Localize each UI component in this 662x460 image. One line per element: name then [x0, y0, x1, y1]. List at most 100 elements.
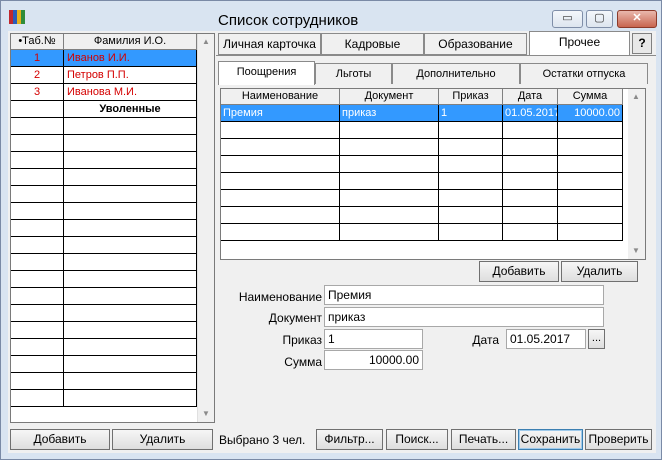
order-field[interactable] [324, 329, 423, 349]
empty-cell [221, 207, 340, 224]
empty-cell [11, 373, 64, 390]
empty-cell [439, 156, 503, 173]
empty-row [221, 190, 623, 207]
empty-cell [340, 190, 439, 207]
employee-scrollbar[interactable]: ▲ ▼ [197, 34, 214, 422]
empty-cell [340, 156, 439, 173]
empty-cell [558, 190, 623, 207]
empty-cell [558, 122, 623, 139]
header-sum[interactable]: Сумма [558, 89, 623, 105]
employee-name: Иванова М.И. [64, 84, 197, 101]
empty-row [11, 220, 197, 237]
empty-cell [439, 190, 503, 207]
close-button[interactable]: ✕ [617, 10, 657, 28]
empty-cell [64, 271, 197, 288]
empty-cell [11, 271, 64, 288]
empty-row [11, 254, 197, 271]
add-employee-button[interactable]: Добавить [10, 429, 110, 450]
check-button[interactable]: Проверить [585, 429, 652, 450]
empty-cell [503, 190, 558, 207]
empty-cell [11, 135, 64, 152]
empty-cell [64, 356, 197, 373]
empty-cell [439, 224, 503, 241]
header-document[interactable]: Документ [340, 89, 439, 105]
add-award-button[interactable]: Добавить [479, 261, 559, 282]
table-row[interactable]: 1 Иванов И.И. [11, 50, 197, 67]
employee-name: Петров П.П. [64, 67, 197, 84]
empty-row [11, 305, 197, 322]
document-label: Документ [268, 311, 322, 325]
table-row[interactable]: 3 Иванова М.И. [11, 84, 197, 101]
header-tab-number[interactable]: •Таб.№ [11, 34, 64, 50]
empty-cell [439, 122, 503, 139]
subtab-benefits[interactable]: Льготы [315, 63, 392, 84]
print-button[interactable]: Печать... [451, 429, 516, 450]
empty-cell [11, 339, 64, 356]
date-picker-button[interactable]: ... [588, 329, 605, 349]
empty-cell [11, 288, 64, 305]
tab-education[interactable]: Образование [424, 33, 527, 55]
tab-personal-card[interactable]: Личная карточка [218, 33, 321, 55]
title-bar[interactable]: Список сотрудников ▭ ▢ ✕ [1, 1, 661, 31]
empty-row [11, 390, 197, 407]
order-label: Приказ [282, 333, 322, 347]
header-date[interactable]: Дата [503, 89, 558, 105]
sum-field[interactable] [324, 350, 423, 370]
award-document: приказ [340, 105, 439, 122]
date-label: Дата [472, 333, 499, 347]
empty-cell [64, 203, 197, 220]
employee-rows: 1 Иванов И.И. 2 Петров П.П. 3 Иванова М.… [11, 50, 197, 407]
employee-number: 3 [11, 84, 64, 101]
scroll-up-icon[interactable]: ▲ [628, 89, 644, 105]
scroll-up-icon[interactable]: ▲ [198, 34, 214, 50]
search-button[interactable]: Поиск... [386, 429, 448, 450]
scroll-down-icon[interactable]: ▼ [628, 243, 644, 259]
award-name: Премия [221, 105, 340, 122]
empty-cell [221, 224, 340, 241]
document-field[interactable] [324, 307, 604, 327]
empty-cell [340, 122, 439, 139]
empty-row [11, 152, 197, 169]
scroll-down-icon[interactable]: ▼ [198, 406, 214, 422]
empty-cell [11, 118, 64, 135]
subtab-awards[interactable]: Поощрения [218, 61, 315, 85]
sum-label: Сумма [284, 355, 322, 369]
table-row[interactable]: Премия приказ 1 01.05.2017 10000.00 [221, 105, 623, 122]
awards-grid-header: Наименование Документ Приказ Дата Сумма [221, 89, 623, 105]
awards-rows: Премия приказ 1 01.05.2017 10000.00 [221, 105, 623, 241]
empty-cell [64, 288, 197, 305]
filter-button[interactable]: Фильтр... [316, 429, 383, 450]
employee-number: 1 [11, 50, 64, 67]
header-name[interactable]: Наименование [221, 89, 340, 105]
awards-scrollbar[interactable]: ▲ ▼ [628, 89, 645, 259]
name-label: Наименование [238, 290, 322, 304]
employee-grid[interactable]: •Таб.№ Фамилия И.О. 1 Иванов И.И. 2 Петр… [10, 33, 215, 423]
awards-grid[interactable]: Наименование Документ Приказ Дата Сумма … [220, 88, 646, 260]
empty-cell [503, 122, 558, 139]
maximize-button[interactable]: ▢ [586, 10, 613, 28]
empty-cell [64, 186, 197, 203]
header-order[interactable]: Приказ [439, 89, 503, 105]
tab-other[interactable]: Прочее [529, 31, 630, 55]
empty-cell [340, 207, 439, 224]
delete-award-button[interactable]: Удалить [561, 261, 638, 282]
empty-cell [340, 224, 439, 241]
header-full-name[interactable]: Фамилия И.О. [64, 34, 197, 50]
table-row[interactable]: 2 Петров П.П. [11, 67, 197, 84]
empty-row [221, 224, 623, 241]
date-field[interactable] [506, 329, 586, 349]
empty-row [221, 173, 623, 190]
subtab-vacation-balance[interactable]: Остатки отпуска [520, 63, 648, 84]
save-button[interactable]: Сохранить [518, 429, 583, 450]
help-button[interactable]: ? [632, 33, 652, 54]
employee-grid-header: •Таб.№ Фамилия И.О. [11, 34, 197, 50]
delete-employee-button[interactable]: Удалить [112, 429, 213, 450]
tab-hr-data[interactable]: Кадровые данные [321, 33, 424, 71]
subtab-additional[interactable]: Дополнительно [392, 63, 520, 84]
award-sum: 10000.00 [558, 105, 623, 122]
empty-cell [11, 169, 64, 186]
minimize-button[interactable]: ▭ [552, 10, 583, 28]
dismissed-group-row[interactable]: Уволенные [11, 101, 197, 118]
empty-cell [11, 237, 64, 254]
name-field[interactable] [324, 285, 604, 305]
